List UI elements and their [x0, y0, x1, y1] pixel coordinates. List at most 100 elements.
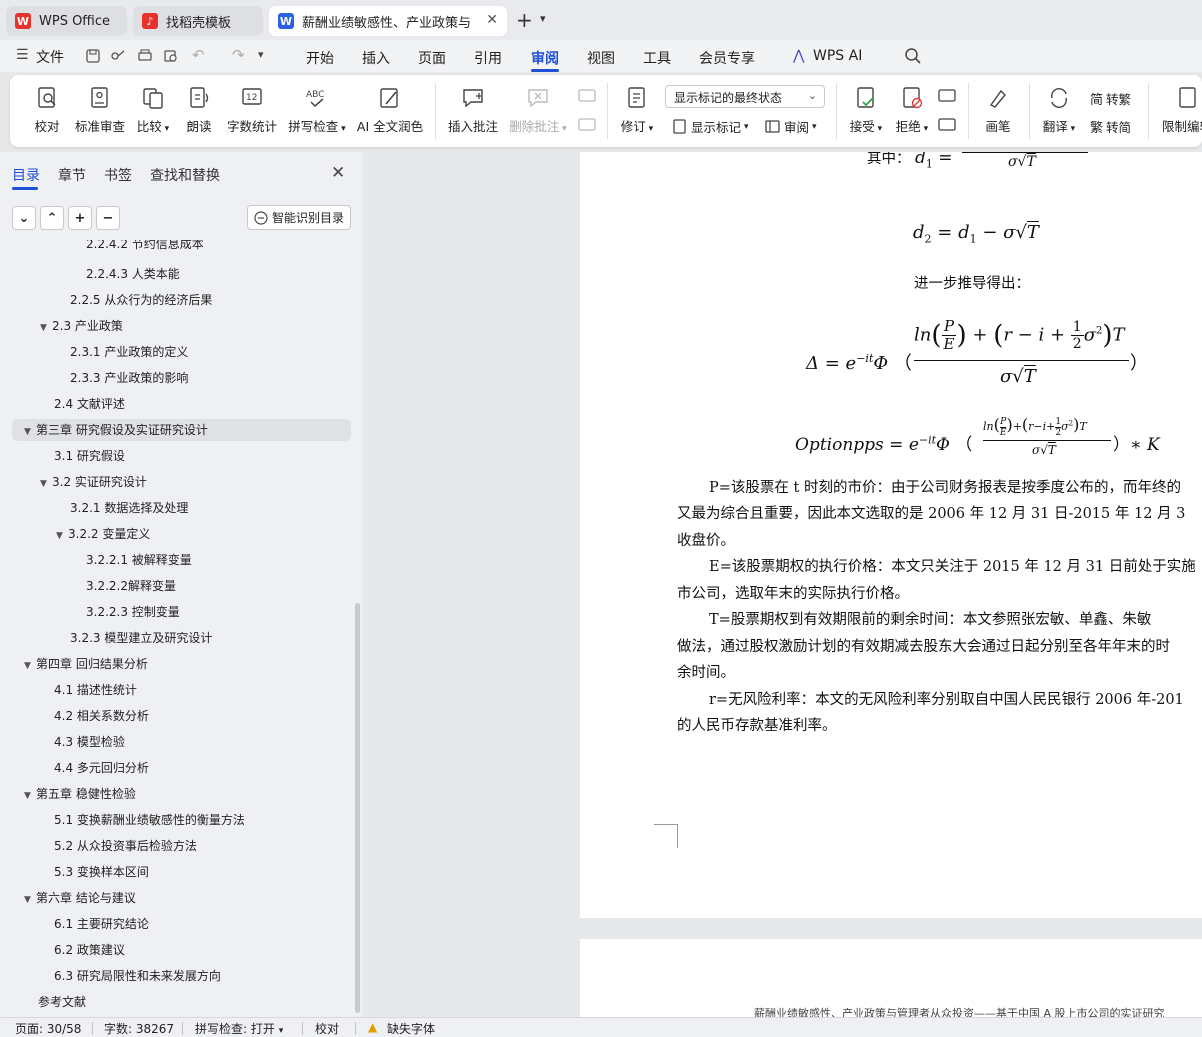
expand-triangle-icon[interactable]: ▼ [24, 785, 36, 807]
expand-triangle-icon[interactable]: ▼ [24, 655, 36, 677]
chevron-down-icon[interactable]: ▾ [258, 48, 264, 61]
page-indicator[interactable]: 页面: 30/58 [15, 1020, 81, 1037]
toc-item[interactable]: ▼ 第五章 稳健性检验 [24, 783, 136, 805]
to-simplified-button[interactable]: 繁转简 [1090, 117, 1131, 136]
toc-item[interactable]: 4.1 描述性统计 [54, 679, 137, 701]
toc-item[interactable]: 2.4 文献评述 [54, 393, 125, 415]
toc-item[interactable]: ▼ 2.3 产业政策 [40, 315, 123, 337]
proofread-button[interactable]: 校对 [34, 86, 60, 135]
menu-member[interactable]: 会员专享 [699, 48, 755, 68]
expand-triangle-icon[interactable]: ▼ [40, 473, 52, 495]
chevron-down-icon[interactable]: ▾ [540, 12, 546, 25]
toc-item[interactable]: 4.2 相关系数分析 [54, 705, 149, 727]
toc-item[interactable]: 5.2 从众投资事后检验方法 [54, 835, 197, 857]
menu-file[interactable]: 文件 [36, 47, 64, 67]
print-icon[interactable] [137, 48, 153, 64]
sidebar-tab-toc[interactable]: 目录 [12, 165, 40, 185]
tab-document[interactable]: W 薪酬业绩敏感性、产业政策与管 ✕ [269, 6, 507, 36]
toc-item[interactable]: 6.1 主要研究结论 [54, 913, 149, 935]
word-count-button[interactable]: 12 字数统计 [226, 86, 278, 135]
sidebar-tab-bookmarks[interactable]: 书签 [104, 165, 132, 185]
menu-page[interactable]: 页面 [418, 48, 446, 68]
expand-triangle-icon[interactable]: ▼ [24, 421, 36, 443]
expand-triangle-icon[interactable]: ▼ [40, 317, 52, 339]
toc-item-selected[interactable]: ▼ 第三章 研究假设及实证研究设计 [12, 419, 351, 441]
to-traditional-button[interactable]: 简转繁 [1090, 89, 1131, 108]
next-change-icon[interactable] [938, 117, 956, 133]
new-tab-icon[interactable]: + [516, 8, 533, 32]
toc-item[interactable]: 6.3 研究局限性和未来发展方向 [54, 965, 221, 987]
toc-item[interactable]: 2.2.4.3 人类本能 [86, 263, 180, 285]
toc-item[interactable]: 3.1 研究假设 [54, 445, 125, 467]
tab-wps-office[interactable]: W WPS Office [6, 6, 127, 36]
collapse-up-button[interactable]: ⌃ [40, 206, 64, 230]
tab-template[interactable]: ♪ 找稻壳模板 [133, 6, 263, 36]
toc-item[interactable]: 3.2.1 数据选择及处理 [70, 497, 188, 519]
ai-polish-button[interactable]: AI 全文润色 [356, 86, 424, 135]
show-markup-button[interactable]: 显示标记 ▾ [672, 117, 749, 136]
redo-icon[interactable]: ↷ [232, 46, 245, 64]
previous-change-icon[interactable] [938, 89, 956, 105]
toc-item[interactable]: 3.2.3 模型建立及研究设计 [70, 627, 212, 649]
toc-item[interactable]: 2.3.3 产业政策的影响 [70, 367, 188, 389]
translate-button[interactable]: 翻译 ▾ [1041, 86, 1077, 135]
standard-review-button[interactable]: 标准审查 [74, 86, 126, 135]
proofread-indicator[interactable]: 校对 [315, 1020, 339, 1037]
save-icon[interactable] [85, 48, 101, 64]
menu-view[interactable]: 视图 [587, 48, 615, 68]
menu-review[interactable]: 审阅 [531, 48, 559, 68]
toc-item[interactable]: 6.2 政策建议 [54, 939, 125, 961]
sidebar-tab-chapters[interactable]: 章节 [58, 165, 86, 185]
toc-item[interactable]: ▼ 3.2.2 变量定义 [56, 523, 150, 545]
toc-item[interactable]: 3.2.2.3 控制变量 [86, 601, 180, 623]
review-pane-button[interactable]: 审阅 ▾ [765, 117, 817, 136]
toc-item[interactable]: 参考文献 [38, 991, 86, 1013]
menu-wps-ai[interactable]: WPS AI [813, 48, 862, 64]
smart-toc-button[interactable]: 智能识别目录 [247, 205, 351, 230]
toc-item[interactable]: 4.3 模型检验 [54, 731, 125, 753]
toc-item[interactable]: 4.4 多元回归分析 [54, 757, 149, 779]
word-count-indicator[interactable]: 字数: 38267 [104, 1020, 174, 1037]
menu-insert[interactable]: 插入 [362, 48, 390, 68]
toc-item[interactable]: 3.2.2.2解释变量 [86, 575, 176, 597]
remove-heading-button[interactable]: − [96, 206, 120, 230]
toc-item[interactable]: 2.2.5 从众行为的经济后果 [70, 289, 212, 311]
expand-triangle-icon[interactable]: ▼ [24, 889, 36, 911]
menu-home[interactable]: 开始 [306, 48, 334, 68]
toc-item[interactable]: ▼ 第四章 回归结果分析 [24, 653, 148, 675]
expand-triangle-icon[interactable]: ▼ [56, 525, 68, 547]
pen-button[interactable]: 画笔 [984, 86, 1012, 135]
toc-item[interactable]: 2.3.1 产业政策的定义 [70, 341, 188, 363]
sidebar-scrollbar[interactable] [355, 603, 360, 1013]
next-comment-icon[interactable] [578, 117, 596, 133]
markup-state-select[interactable]: 显示标记的最终状态 ⌄ [665, 85, 825, 108]
restrict-edit-button[interactable]: 限制编辑 [1162, 86, 1202, 135]
expand-down-button[interactable]: ⌄ [12, 206, 36, 230]
toc-item[interactable]: 5.1 变换薪酬业绩敏感性的衡量方法 [54, 809, 245, 831]
menu-reference[interactable]: 引用 [474, 48, 502, 68]
track-changes-button[interactable]: 修订 ▾ [619, 86, 655, 135]
add-heading-button[interactable]: + [68, 206, 92, 230]
read-aloud-button[interactable]: 朗读 [186, 86, 212, 135]
spell-check-indicator[interactable]: 拼写检查: 打开 ▾ [195, 1020, 283, 1037]
undo-icon[interactable]: ↶ [192, 46, 205, 64]
search-icon[interactable] [904, 47, 922, 65]
toc-item[interactable]: ▼ 3.2 实证研究设计 [40, 471, 147, 493]
toc-item[interactable]: 3.2.2.1 被解释变量 [86, 549, 192, 571]
insert-comment-button[interactable]: 插入批注 [448, 86, 498, 135]
toc-item[interactable]: 2.2.4.2 节约信息成本 [86, 240, 204, 255]
delete-comment-button[interactable]: 删除批注 ▾ [508, 86, 568, 135]
toc-item[interactable]: 5.3 变换样本区间 [54, 861, 149, 883]
spell-check-button[interactable]: ABC 拼写检查 ▾ [287, 86, 347, 135]
close-icon[interactable]: ✕ [331, 163, 345, 183]
share-icon[interactable] [110, 48, 126, 64]
previous-comment-icon[interactable] [578, 89, 596, 105]
menu-tools[interactable]: 工具 [643, 48, 671, 68]
close-tab-icon[interactable]: ✕ [486, 12, 498, 28]
missing-font-indicator[interactable]: 缺失字体 [387, 1020, 435, 1037]
toc-item[interactable]: ▼ 第六章 结论与建议 [24, 887, 136, 909]
sidebar-tab-find-replace[interactable]: 查找和替换 [150, 165, 220, 185]
print-preview-icon[interactable] [163, 48, 179, 64]
reject-button[interactable]: 拒绝 ▾ [894, 86, 930, 135]
menu-hamburger-icon[interactable]: ☰ [16, 47, 29, 63]
